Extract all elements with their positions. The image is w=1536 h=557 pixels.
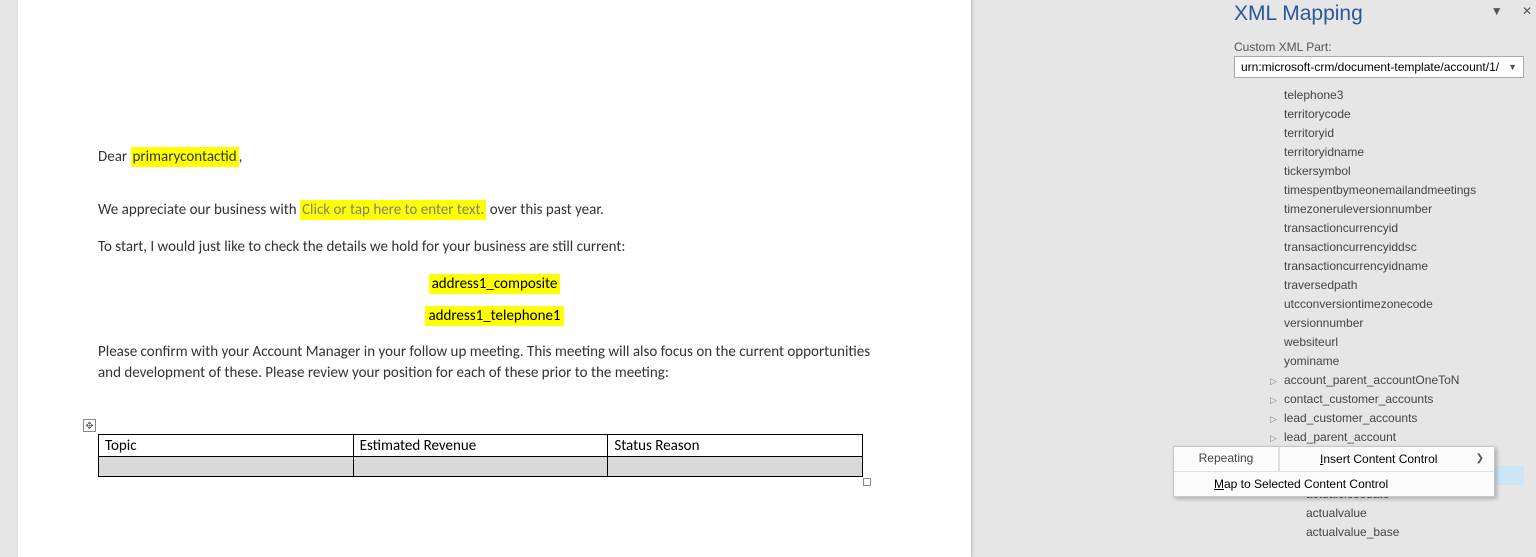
panel-options-dropdown[interactable]: ▼ — [1491, 4, 1503, 18]
custom-xml-part-label: Custom XML Part: — [1234, 40, 1524, 54]
primarycontactid-field[interactable]: primarycontactid — [131, 147, 239, 167]
submenu-arrow-icon: ❯ — [1476, 453, 1484, 464]
custom-xml-part-select[interactable]: urn:microsoft-crm/document-template/acco… — [1234, 56, 1524, 78]
tree-item-label: websiteurl — [1284, 335, 1338, 349]
address-composite-field[interactable]: address1_composite — [429, 274, 561, 294]
tree-item[interactable]: telephone3 — [1234, 86, 1524, 105]
tree-item[interactable]: utcconversiontimezonecode — [1234, 295, 1524, 314]
document-area: Dear primarycontactid, We appreciate our… — [0, 0, 975, 550]
tree-item-label: yominame — [1284, 354, 1339, 368]
tree-item[interactable]: timespentbymeonemailandmeetings — [1234, 181, 1524, 200]
tree-item-label: transactioncurrencyidname — [1284, 259, 1428, 273]
tree-item[interactable]: websiteurl — [1234, 333, 1524, 352]
tree-item-label: actualvalue_base — [1306, 525, 1399, 539]
context-menu-header: Repeating — [1174, 447, 1279, 471]
tree-item-label: lead_customer_accounts — [1284, 411, 1417, 425]
col-status-reason[interactable]: Status Reason — [608, 435, 863, 457]
panel-controls: ▼ ✕ — [1475, 4, 1532, 18]
tree-item[interactable]: traversedpath — [1234, 276, 1524, 295]
tree-item[interactable]: versionnumber — [1234, 314, 1524, 333]
appreciation-text-a: We appreciate our business with — [98, 201, 300, 219]
col-topic[interactable]: Topic — [99, 435, 354, 457]
tree-item[interactable]: ▷ account_parent_accountOneToN — [1234, 371, 1524, 390]
context-menu: Repeating Insert Content Control ❯ Map t… — [1173, 446, 1495, 497]
greeting-prefix: Dear — [98, 148, 131, 166]
table-move-handle[interactable]: ✥ — [83, 419, 96, 432]
enter-text-placeholder[interactable]: Click or tap here to enter text. — [300, 200, 486, 220]
tree-item[interactable]: territoryidname — [1234, 143, 1524, 162]
address-telephone-field[interactable]: address1_telephone1 — [425, 306, 563, 326]
opportunity-table-wrapper: ✥ Topic Estimated Revenue Status Reason — [98, 434, 891, 477]
greeting-line[interactable]: Dear primarycontactid, — [98, 147, 891, 168]
tree-item-label: territoryidname — [1284, 145, 1364, 159]
col-estimated-revenue[interactable]: Estimated Revenue — [353, 435, 608, 457]
tree-item-label: transactioncurrencyiddsc — [1284, 240, 1417, 254]
table-header-row[interactable]: Topic Estimated Revenue Status Reason — [99, 435, 863, 457]
cell-topic[interactable] — [99, 457, 354, 477]
tree-item-label: actualvalue — [1306, 506, 1367, 520]
panel-close-button[interactable]: ✕ — [1522, 4, 1532, 18]
insert-content-control-item[interactable]: Insert Content Control ❯ — [1279, 447, 1494, 471]
custom-xml-part-value: urn:microsoft-crm/document-template/acco… — [1241, 60, 1499, 74]
tree-item[interactable]: territorycode — [1234, 105, 1524, 124]
tree-expander-icon[interactable]: ▷ — [1270, 411, 1280, 428]
tree-item[interactable]: actualvalue — [1234, 504, 1524, 523]
check-details-line[interactable]: To start, I would just like to check the… — [98, 237, 891, 258]
tree-item-label: lead_parent_account — [1284, 430, 1396, 444]
document-page[interactable]: Dear primarycontactid, We appreciate our… — [18, 0, 971, 557]
tree-item-label: versionnumber — [1284, 316, 1363, 330]
map-to-selected-item[interactable]: Map to Selected Content Control — [1174, 472, 1494, 496]
tree-item[interactable]: timezoneruleversionnumber — [1234, 200, 1524, 219]
appreciation-line[interactable]: We appreciate our business with Click or… — [98, 200, 891, 221]
confirm-paragraph[interactable]: Please confirm with your Account Manager… — [98, 342, 891, 384]
tree-item[interactable]: yominame — [1234, 352, 1524, 371]
tree-item[interactable]: transactioncurrencyidname — [1234, 257, 1524, 276]
tree-item-label: timespentbymeonemailandmeetings — [1284, 183, 1476, 197]
tree-item-label: utcconversiontimezonecode — [1284, 297, 1433, 311]
tree-item-label: traversedpath — [1284, 278, 1357, 292]
tree-expander-icon[interactable]: ▷ — [1270, 392, 1280, 409]
address-block: address1_composite address1_telephone1 — [98, 268, 891, 332]
table-row[interactable] — [99, 457, 863, 477]
tree-item-label: timezoneruleversionnumber — [1284, 202, 1432, 216]
greeting-comma: , — [239, 148, 243, 166]
tree-item-label: tickersymbol — [1284, 164, 1351, 178]
tree-item-label: territoryid — [1284, 126, 1334, 140]
tree-item-label: contact_customer_accounts — [1284, 392, 1433, 406]
tree-item[interactable]: ▷ lead_customer_accounts — [1234, 409, 1524, 428]
tree-item[interactable]: tickersymbol — [1234, 162, 1524, 181]
tree-item[interactable]: territoryid — [1234, 124, 1524, 143]
tree-expander-icon[interactable]: ▷ — [1270, 373, 1280, 390]
opportunity-table[interactable]: Topic Estimated Revenue Status Reason — [98, 434, 863, 477]
tree-item[interactable]: transactioncurrencyid — [1234, 219, 1524, 238]
chevron-down-icon: ▼ — [1508, 62, 1517, 72]
tree-item[interactable]: ▷ lead_parent_account — [1234, 428, 1524, 447]
tree-item-label: account_parent_accountOneToN — [1284, 373, 1459, 387]
tree-item[interactable]: actualvalue_base — [1234, 523, 1524, 542]
tree-expander-icon[interactable]: ▷ — [1270, 430, 1280, 447]
tree-item-label: transactioncurrencyid — [1284, 221, 1398, 235]
tree-item-label: telephone3 — [1284, 88, 1343, 102]
cell-estimated-revenue[interactable] — [353, 457, 608, 477]
tree-item-label: territorycode — [1284, 107, 1351, 121]
tree-item[interactable]: ▷ contact_customer_accounts — [1234, 390, 1524, 409]
tree-item[interactable]: transactioncurrencyiddsc — [1234, 238, 1524, 257]
cell-status-reason[interactable] — [608, 457, 863, 477]
table-resize-handle[interactable] — [863, 478, 871, 486]
appreciation-text-b: over this past year. — [486, 201, 604, 219]
